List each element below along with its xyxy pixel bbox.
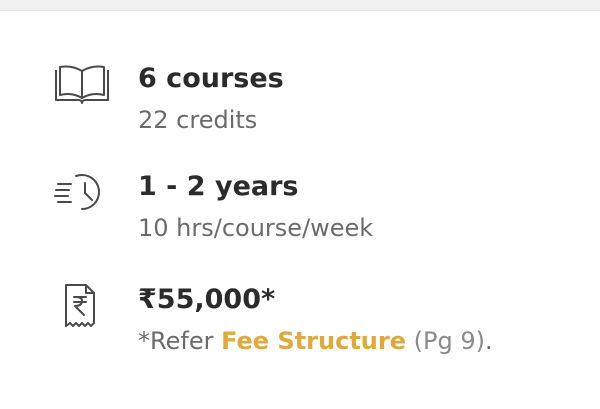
credits-subtitle: 22 credits bbox=[138, 106, 258, 134]
book-icon bbox=[52, 62, 114, 106]
fee-title: ₹55,000* bbox=[138, 284, 276, 315]
fee-page-ref: (Pg 9) bbox=[406, 327, 485, 355]
receipt-rupee-icon bbox=[52, 283, 114, 327]
clock-icon bbox=[52, 170, 114, 214]
fee-subtitle: *Refer Fee Structure (Pg 9). bbox=[138, 326, 493, 356]
duration-text: 1 - 2 years 10 hrs/course/week bbox=[138, 170, 373, 243]
fee-subtitle-suffix: . bbox=[484, 327, 493, 355]
duration-title: 1 - 2 years bbox=[138, 171, 299, 202]
fee-text: ₹55,000* *Refer Fee Structure (Pg 9). bbox=[138, 283, 493, 356]
courses-title: 6 courses bbox=[138, 63, 284, 94]
hours-subtitle: 10 hrs/course/week bbox=[138, 214, 374, 242]
fee-structure-link[interactable]: Fee Structure bbox=[221, 327, 406, 355]
courses-text: 6 courses 22 credits bbox=[138, 62, 284, 135]
top-divider-bar bbox=[0, 0, 600, 11]
fee-subtitle-prefix: *Refer bbox=[138, 327, 222, 355]
